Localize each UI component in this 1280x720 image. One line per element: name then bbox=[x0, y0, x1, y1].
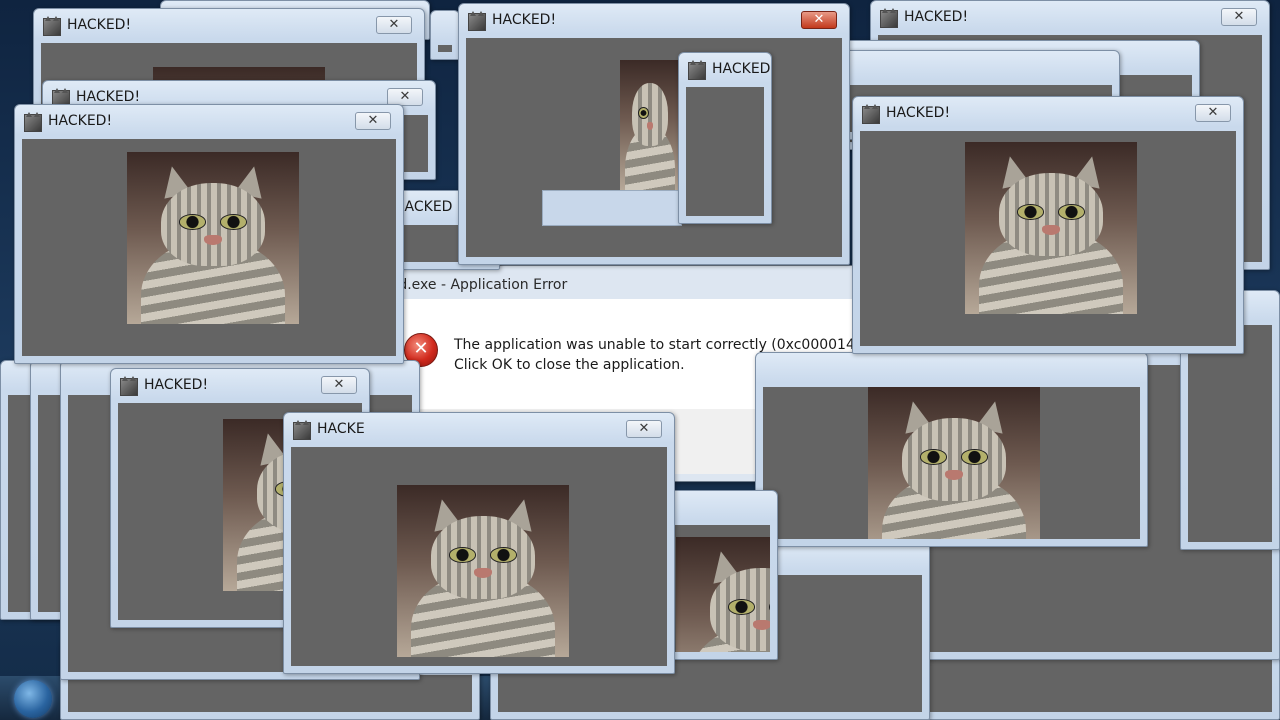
cat-photo bbox=[965, 142, 1137, 314]
popup-title-bar[interactable]: HACKED! ✕ bbox=[34, 9, 424, 43]
error-dialog-title: cmd.exe - Application Error bbox=[377, 277, 568, 293]
popup-client-area bbox=[22, 139, 396, 356]
cat-app-icon bbox=[24, 112, 42, 132]
popup-title-bar[interactable]: HACKED! ✕ bbox=[459, 4, 849, 38]
popup-client-area bbox=[291, 447, 667, 666]
popup-close-button[interactable]: ✕ bbox=[801, 11, 837, 29]
popup-title-bar[interactable]: HACKED! ✕ bbox=[111, 369, 369, 403]
start-orb-icon[interactable] bbox=[14, 680, 52, 718]
popup-title: HACKE bbox=[317, 421, 365, 437]
popup-window[interactable]: HACKED! ✕ bbox=[458, 3, 850, 265]
glitched-pane bbox=[542, 190, 682, 226]
popup-title: HACKED! bbox=[144, 377, 209, 393]
popup-window[interactable]: HACKED! ✕ bbox=[852, 96, 1244, 354]
popup-client-area bbox=[68, 675, 472, 712]
popup-title-bar[interactable]: HACKED! ✕ bbox=[15, 105, 403, 139]
popup-window[interactable]: HACKED! ✕ bbox=[14, 104, 404, 364]
popup-title: HACKED! bbox=[48, 113, 113, 129]
popup-client-area bbox=[686, 87, 764, 216]
popup-client-area bbox=[860, 131, 1236, 346]
cat-photo bbox=[397, 485, 569, 657]
cat-app-icon bbox=[293, 420, 311, 440]
popup-title-bar[interactable] bbox=[431, 11, 459, 45]
cat-photo bbox=[620, 60, 680, 190]
popup-close-button[interactable]: ✕ bbox=[376, 16, 412, 34]
popup-title: HACKED! bbox=[67, 17, 132, 33]
popup-title: HACKED! bbox=[904, 9, 969, 25]
cat-app-icon bbox=[43, 16, 61, 36]
popup-window[interactable] bbox=[430, 10, 460, 60]
popup-window[interactable]: HACKED bbox=[678, 52, 772, 224]
cat-app-icon bbox=[120, 376, 138, 396]
cat-app-icon bbox=[468, 11, 486, 31]
popup-client-area bbox=[438, 45, 452, 52]
popup-client-area bbox=[763, 387, 1140, 539]
popup-title: HACKED! bbox=[76, 89, 141, 105]
cat-app-icon bbox=[880, 8, 898, 28]
popup-close-button[interactable]: ✕ bbox=[1221, 8, 1257, 26]
popup-close-button[interactable]: ✕ bbox=[355, 112, 391, 130]
cat-photo bbox=[868, 387, 1040, 539]
popup-title: HACKED bbox=[712, 61, 771, 77]
popup-title-bar[interactable]: HACKED! ✕ bbox=[853, 97, 1243, 131]
cat-photo bbox=[127, 152, 299, 324]
cat-app-icon bbox=[862, 104, 880, 124]
popup-title: HACKED! bbox=[492, 12, 557, 28]
popup-window[interactable]: HACKE ✕ bbox=[283, 412, 675, 674]
popup-client-area bbox=[466, 38, 842, 257]
popup-title-bar[interactable] bbox=[756, 353, 1147, 387]
popup-client-area bbox=[1188, 325, 1272, 542]
popup-window[interactable] bbox=[755, 352, 1148, 547]
popup-title-bar[interactable]: HACKED! ✕ bbox=[871, 1, 1269, 35]
popup-title-bar[interactable]: HACKED bbox=[679, 53, 771, 87]
popup-close-button[interactable]: ✕ bbox=[321, 376, 357, 394]
cat-app-icon bbox=[688, 60, 706, 80]
popup-close-button[interactable]: ✕ bbox=[626, 420, 662, 438]
popup-title-bar[interactable]: HACKE ✕ bbox=[284, 413, 674, 447]
cat-photo bbox=[676, 537, 770, 652]
popup-close-button[interactable]: ✕ bbox=[1195, 104, 1231, 122]
popup-title: HACKED! bbox=[886, 105, 951, 121]
